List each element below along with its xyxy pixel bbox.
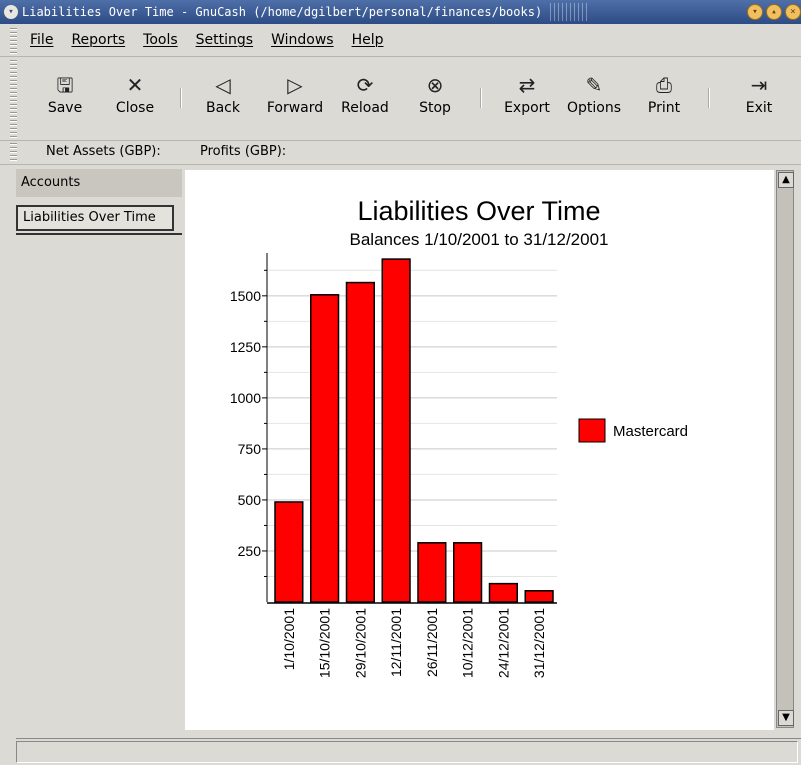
triangle-left-icon: ◁ <box>215 73 231 97</box>
toolbar-separator <box>708 88 710 108</box>
stop-button[interactable]: ⊗ Stop <box>404 70 466 116</box>
floppy-disk-icon: 🖫 <box>56 73 74 97</box>
bar <box>274 501 304 603</box>
bar <box>310 294 340 603</box>
close-x-icon: ✕ <box>126 73 144 97</box>
y-tick-label: 750 <box>238 441 262 457</box>
toolbar-handle[interactable] <box>10 60 17 138</box>
scroll-up-icon[interactable]: ▲ <box>778 172 794 188</box>
menu-settings[interactable]: Settings <box>196 32 253 48</box>
toolbar-separator <box>180 88 182 108</box>
minimize-icon[interactable]: ▾ <box>747 4 763 20</box>
x-tick-label: 15/10/2001 <box>317 608 333 678</box>
bar-chart: Liabilities Over Time Balances 1/10/2001 … <box>230 196 688 678</box>
menu-reports[interactable]: Reports <box>71 32 125 48</box>
status-field <box>16 741 798 763</box>
y-tick-label: 1250 <box>230 339 261 355</box>
forward-button[interactable]: ▷ Forward <box>264 70 326 116</box>
tab-accounts[interactable]: Accounts <box>16 169 182 197</box>
print-label: Print <box>647 100 681 116</box>
y-tick-label: 500 <box>238 492 262 508</box>
forward-label: Forward <box>266 100 324 116</box>
export-label: Export <box>504 100 550 116</box>
stop-icon: ⊗ <box>426 73 444 97</box>
report-area[interactable]: Liabilities Over Time Balances 1/10/2001 … <box>185 170 774 730</box>
options-icon: ✎ <box>585 73 603 97</box>
bar <box>345 281 375 603</box>
menu-tools[interactable]: Tools <box>143 32 178 48</box>
save-button[interactable]: 🖫 Save <box>34 70 96 116</box>
tab-underline <box>16 233 182 235</box>
scroll-down-icon[interactable]: ▼ <box>778 710 794 726</box>
window-menu-icon[interactable]: ▾ <box>4 5 18 19</box>
triangle-right-icon: ▷ <box>287 73 303 97</box>
x-tick-label: 29/10/2001 <box>352 608 368 678</box>
y-tick-label: 1500 <box>230 288 261 304</box>
reload-label: Reload <box>341 100 389 116</box>
close-button[interactable]: ✕ Close <box>104 70 166 116</box>
profits-label: Profits (GBP): <box>200 144 287 159</box>
save-label: Save <box>47 100 83 116</box>
bar <box>453 542 483 603</box>
toolbar: 🖫 Save ✕ Close ◁ Back ▷ Forward ⟳ Reload… <box>0 58 801 141</box>
maximize-icon[interactable]: ▴ <box>766 4 782 20</box>
menubar: File Reports Tools Settings Windows Help <box>0 26 801 57</box>
reload-icon: ⟳ <box>356 73 374 97</box>
sidebar-tabs: Accounts Liabilities Over Time <box>16 167 182 737</box>
stop-label: Stop <box>419 100 451 116</box>
exit-label: Exit <box>745 100 773 116</box>
x-tick-label: 12/11/2001 <box>388 608 404 677</box>
status-bar <box>16 738 801 765</box>
menu-items: File Reports Tools Settings Windows Help <box>30 32 383 48</box>
net-assets-label: Net Assets (GBP): <box>46 144 161 159</box>
window-title: Liabilities Over Time - GnuCash (/home/d… <box>22 5 543 19</box>
summary-bar: Net Assets (GBP): Profits (GBP): <box>0 141 801 165</box>
legend-swatch <box>578 418 606 443</box>
options-button[interactable]: ✎ Options <box>563 70 625 116</box>
x-tick-label: 26/11/2001 <box>424 608 440 677</box>
options-label: Options <box>566 100 622 116</box>
window-buttons: ▾ ▴ × <box>747 4 801 20</box>
summary-handle[interactable] <box>10 143 17 162</box>
menu-help[interactable]: Help <box>352 32 384 48</box>
bar <box>524 590 554 603</box>
x-tick-label: 24/12/2001 <box>495 608 511 678</box>
back-label: Back <box>206 100 240 116</box>
tab-liabilities-over-time[interactable]: Liabilities Over Time <box>16 205 174 231</box>
exit-icon: ⇥ <box>750 73 768 97</box>
reload-button[interactable]: ⟳ Reload <box>334 70 396 116</box>
print-button[interactable]: ⎙ Print <box>633 70 695 116</box>
x-tick-label: 31/12/2001 <box>531 608 547 678</box>
x-tick-label: 10/12/2001 <box>460 608 476 678</box>
back-button[interactable]: ◁ Back <box>192 70 254 116</box>
bar <box>417 542 447 603</box>
title-grip <box>550 3 591 21</box>
y-tick-label: 1000 <box>230 390 261 406</box>
chart-subtitle: Balances 1/10/2001 to 31/12/2001 <box>350 230 609 249</box>
printer-icon: ⎙ <box>656 73 672 97</box>
chart-title: Liabilities Over Time <box>357 196 600 226</box>
menubar-handle[interactable] <box>10 28 17 54</box>
close-label: Close <box>115 100 155 116</box>
export-button[interactable]: ⇄ Export <box>496 70 558 116</box>
toolbar-separator <box>480 88 482 108</box>
y-tick-label: 250 <box>238 543 262 559</box>
legend-label: Mastercard <box>613 423 688 440</box>
export-icon: ⇄ <box>518 73 536 97</box>
title-bar[interactable]: ▾ Liabilities Over Time - GnuCash (/home… <box>0 0 801 24</box>
x-tick-label: 1/10/2001 <box>281 608 297 670</box>
close-window-icon[interactable]: × <box>785 4 801 20</box>
bar <box>381 258 411 603</box>
vertical-scrollbar[interactable]: ▲ ▼ <box>776 170 794 728</box>
bar <box>488 582 518 603</box>
exit-button[interactable]: ⇥ Exit <box>728 70 790 116</box>
menu-file[interactable]: File <box>30 32 53 48</box>
menu-windows[interactable]: Windows <box>271 32 334 48</box>
